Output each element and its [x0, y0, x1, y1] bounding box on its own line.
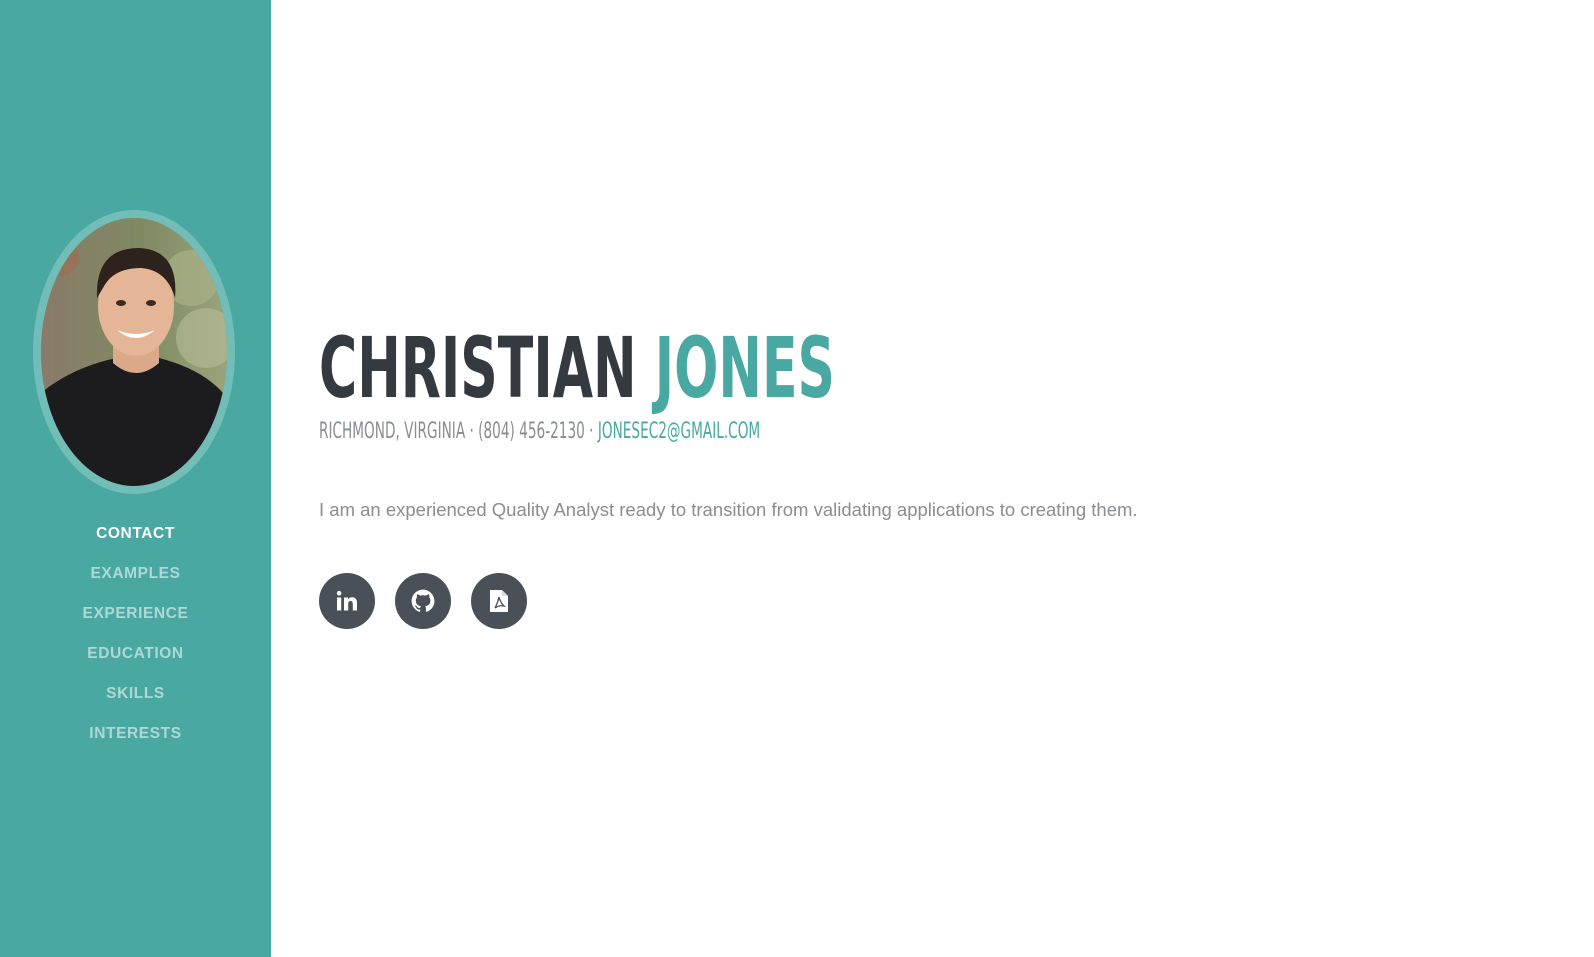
- intro-text: I am an experienced Quality Analyst read…: [319, 499, 1138, 520]
- nav-item-skills: SKILLS: [0, 680, 271, 720]
- linkedin-button[interactable]: [319, 573, 375, 629]
- linkedin-icon: [336, 590, 357, 611]
- email-link[interactable]: JONESEC2@GMAIL.COM: [598, 419, 760, 444]
- nav-item-education: EDUCATION: [0, 640, 271, 680]
- profile-photo-image: [41, 218, 227, 486]
- nav-item-examples: EXAMPLES: [0, 560, 271, 600]
- resume-pdf-button[interactable]: [471, 573, 527, 629]
- nav-link-education[interactable]: EDUCATION: [87, 645, 183, 662]
- github-button[interactable]: [395, 573, 451, 629]
- profile-photo: [41, 218, 227, 486]
- social-icons: [319, 573, 527, 629]
- last-name: JONES: [654, 319, 836, 417]
- sidebar: CONTACT EXAMPLES EXPERIENCE EDUCATION SK…: [0, 0, 271, 957]
- first-name: CHRISTIAN: [319, 319, 637, 417]
- nav-link-contact[interactable]: CONTACT: [96, 525, 175, 542]
- pdf-resume-icon: [490, 590, 508, 612]
- nav-item-interests: INTERESTS: [0, 720, 271, 760]
- contact-subheading: RICHMOND, VIRGINIA · (804) 456-2130 · JO…: [319, 418, 760, 446]
- sidebar-nav: CONTACT EXAMPLES EXPERIENCE EDUCATION SK…: [0, 520, 271, 760]
- page-title: CHRISTIAN JONES: [319, 322, 835, 414]
- nav-item-experience: EXPERIENCE: [0, 600, 271, 640]
- nav-link-experience[interactable]: EXPERIENCE: [83, 605, 189, 622]
- location-phone: RICHMOND, VIRGINIA · (804) 456-2130 ·: [319, 419, 598, 444]
- nav-link-interests[interactable]: INTERESTS: [89, 725, 181, 742]
- profile-photo-frame: [33, 210, 235, 494]
- nav-link-skills[interactable]: SKILLS: [106, 685, 165, 702]
- nav-item-contact: CONTACT: [0, 520, 271, 560]
- nav-link-examples[interactable]: EXAMPLES: [90, 565, 180, 582]
- github-icon: [411, 589, 435, 612]
